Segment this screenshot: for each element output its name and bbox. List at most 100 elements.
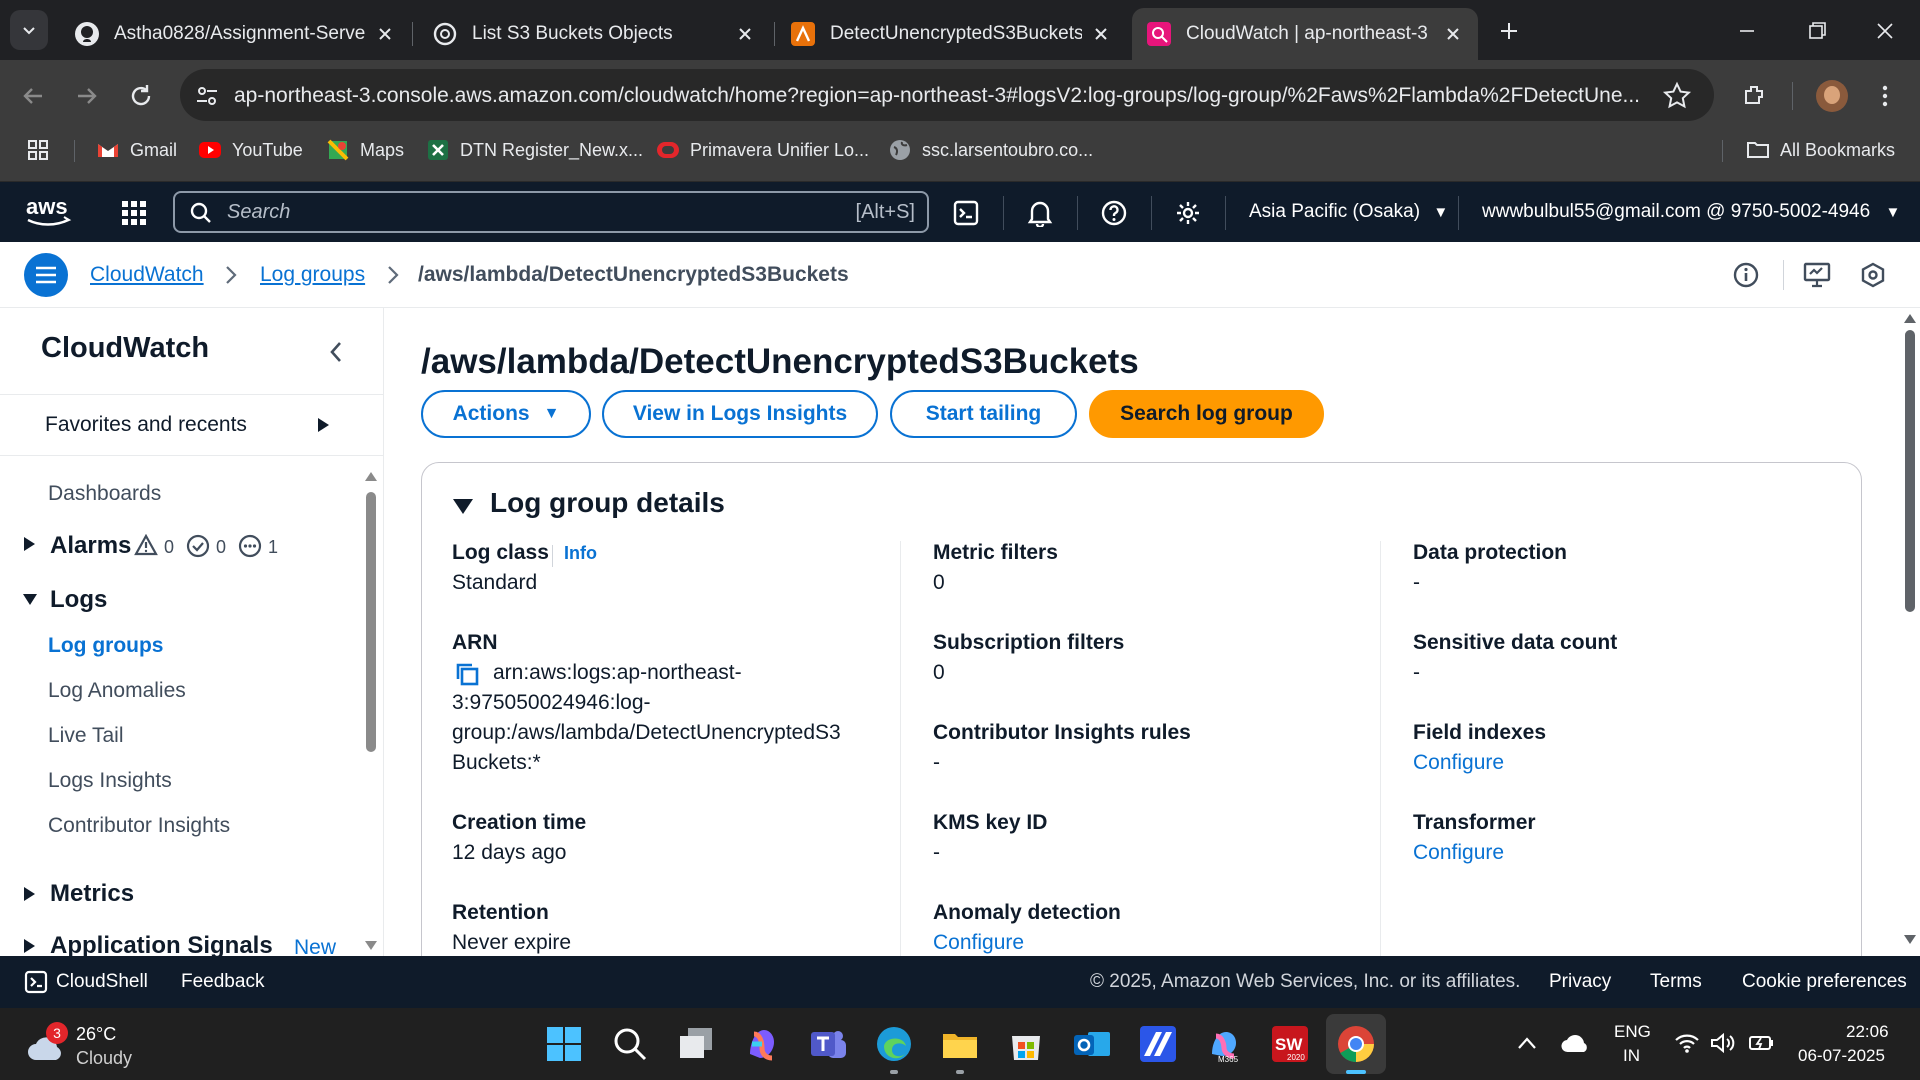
m365-icon[interactable]: M365: [1204, 1024, 1244, 1064]
menu-toggle-button[interactable]: [24, 253, 68, 297]
bookmark-ssc[interactable]: ssc.larsentoubro.co...: [888, 132, 1093, 168]
bookmark-youtube[interactable]: YouTube: [198, 132, 303, 168]
browser-tab-github[interactable]: Astha0828/Assignment-Serverle: [60, 8, 410, 60]
chrome-icon[interactable]: [1336, 1024, 1376, 1064]
scroll-down-arrow-icon[interactable]: [364, 940, 378, 952]
url-text[interactable]: ap-northeast-3.console.aws.amazon.com/cl…: [234, 60, 1644, 132]
close-icon[interactable]: [734, 23, 756, 45]
close-icon[interactable]: [374, 23, 396, 45]
bookmark-maps[interactable]: Maps: [326, 132, 404, 168]
windows-start-icon[interactable]: [544, 1024, 584, 1064]
weather-widget[interactable]: 3 26°C Cloudy: [24, 1022, 324, 1068]
copilot-icon[interactable]: [742, 1024, 782, 1064]
wifi-icon[interactable]: [1674, 1032, 1700, 1054]
site-info-icon[interactable]: [192, 81, 222, 111]
sidebar-section-metrics[interactable]: Metrics: [50, 880, 134, 908]
copy-icon[interactable]: [454, 661, 480, 687]
aws-logo[interactable]: aws: [24, 194, 74, 228]
new-tab-icon[interactable]: [1494, 16, 1524, 46]
sidebar-section-alarms[interactable]: Alarms: [50, 532, 131, 560]
restore-icon[interactable]: [1800, 14, 1834, 48]
caret-down-icon[interactable]: [22, 592, 38, 606]
collapse-chevron-icon[interactable]: [328, 340, 344, 364]
bookmark-primavera[interactable]: Primavera Unifier Lo...: [656, 132, 869, 168]
sidebar-item-contributor-insights[interactable]: Contributor Insights: [48, 814, 230, 838]
sidebar-section-logs[interactable]: Logs: [50, 586, 107, 614]
file-explorer-icon[interactable]: [940, 1024, 980, 1064]
info-link[interactable]: Info: [564, 543, 597, 564]
apps-grid-icon[interactable]: [26, 138, 50, 162]
transformer-configure-link[interactable]: Configure: [1413, 841, 1504, 865]
scroll-up-arrow-icon[interactable]: [1903, 312, 1917, 324]
minimize-icon[interactable]: [1730, 14, 1764, 48]
clock-time[interactable]: 22:06: [1846, 1022, 1889, 1042]
search-log-group-button[interactable]: Search log group: [1089, 390, 1324, 438]
actions-button[interactable]: Actions ▼: [421, 390, 591, 438]
view-in-logs-insights-button[interactable]: View in Logs Insights: [602, 390, 878, 438]
main-scrollbar[interactable]: [1900, 308, 1920, 956]
clock-date[interactable]: 06-07-2025: [1798, 1046, 1885, 1066]
reload-icon[interactable]: [126, 81, 156, 111]
region-selector[interactable]: Asia Pacific (Osaka) ▼: [1249, 182, 1448, 242]
teams-icon[interactable]: [808, 1024, 848, 1064]
sidebar-section-application-signals[interactable]: Application Signals: [50, 932, 273, 956]
sidebar-item-log-groups[interactable]: Log groups: [48, 634, 163, 658]
cloudshell-icon[interactable]: [953, 200, 979, 226]
caret-right-icon[interactable]: [22, 886, 36, 902]
battery-charging-icon[interactable]: [1748, 1032, 1776, 1054]
settings-gear-icon[interactable]: [1175, 200, 1201, 226]
aws-search-input[interactable]: Search [Alt+S]: [173, 191, 929, 233]
sidebar-item-logs-insights[interactable]: Logs Insights: [48, 769, 172, 793]
power-automate-icon[interactable]: [1138, 1024, 1178, 1064]
sidebar-item-dashboards[interactable]: Dashboards: [48, 482, 161, 506]
sidebar-item-log-anomalies[interactable]: Log Anomalies: [48, 679, 186, 703]
onedrive-icon[interactable]: [1560, 1032, 1590, 1054]
language-region[interactable]: IN: [1623, 1046, 1640, 1066]
main-scrollbar-thumb[interactable]: [1905, 330, 1915, 612]
cloudshell-link[interactable]: CloudShell: [56, 956, 148, 1008]
chevron-up-icon[interactable]: [1516, 1034, 1538, 1052]
terms-link[interactable]: Terms: [1650, 956, 1702, 1008]
tab-search-button[interactable]: [10, 10, 48, 50]
caret-right-icon[interactable]: [22, 536, 36, 552]
sidebar-scrollbar-thumb[interactable]: [366, 492, 376, 752]
cookie-preferences-link[interactable]: Cookie preferences: [1742, 956, 1907, 1008]
breadcrumb-log-groups[interactable]: Log groups: [260, 242, 365, 308]
language-code[interactable]: ENG: [1614, 1022, 1651, 1042]
volume-icon[interactable]: [1710, 1032, 1738, 1054]
anomaly-detection-configure-link[interactable]: Configure: [933, 931, 1024, 955]
scroll-up-arrow-icon[interactable]: [364, 470, 378, 482]
close-icon[interactable]: [1442, 23, 1464, 45]
privacy-link[interactable]: Privacy: [1549, 956, 1611, 1008]
search-icon[interactable]: [610, 1024, 650, 1064]
caret-right-icon[interactable]: [22, 938, 36, 954]
cloudshell-icon[interactable]: [24, 970, 48, 994]
forward-arrow-icon[interactable]: [72, 81, 102, 111]
edge-icon[interactable]: [874, 1024, 914, 1064]
account-menu[interactable]: wwwbulbul55@gmail.com @ 9750-5002-4946 ▼: [1482, 182, 1900, 242]
bookmark-gmail[interactable]: Gmail: [96, 132, 177, 168]
window-close-icon[interactable]: [1868, 14, 1902, 48]
start-tailing-button[interactable]: Start tailing: [890, 390, 1077, 438]
collapse-caret-icon[interactable]: [452, 497, 474, 515]
field-indexes-configure-link[interactable]: Configure: [1413, 751, 1504, 775]
outlook-icon[interactable]: [1072, 1024, 1112, 1064]
close-icon[interactable]: [1090, 23, 1112, 45]
task-view-icon[interactable]: [676, 1024, 716, 1064]
hexagon-settings-icon[interactable]: [1860, 262, 1886, 288]
browser-tab-cloudwatch[interactable]: CloudWatch | ap-northeast-3: [1132, 8, 1478, 60]
microsoft-store-icon[interactable]: [1006, 1024, 1046, 1064]
profile-avatar[interactable]: [1816, 80, 1848, 112]
services-grid-icon[interactable]: [121, 200, 147, 226]
more-menu-icon[interactable]: [1870, 81, 1900, 111]
feedback-link[interactable]: Feedback: [181, 956, 264, 1008]
scroll-down-arrow-icon[interactable]: [1903, 934, 1917, 946]
favorites-and-recents[interactable]: Favorites and recents: [0, 395, 383, 455]
solidworks-icon[interactable]: SW2020: [1270, 1024, 1310, 1064]
bookmark-star-icon[interactable]: [1662, 81, 1692, 111]
back-arrow-icon[interactable]: [18, 81, 48, 111]
browser-tab-chatgpt[interactable]: List S3 Buckets Objects: [418, 8, 770, 60]
help-icon[interactable]: [1101, 200, 1127, 226]
all-bookmarks[interactable]: All Bookmarks: [1746, 132, 1895, 168]
sidebar-item-live-tail[interactable]: Live Tail: [48, 724, 124, 748]
